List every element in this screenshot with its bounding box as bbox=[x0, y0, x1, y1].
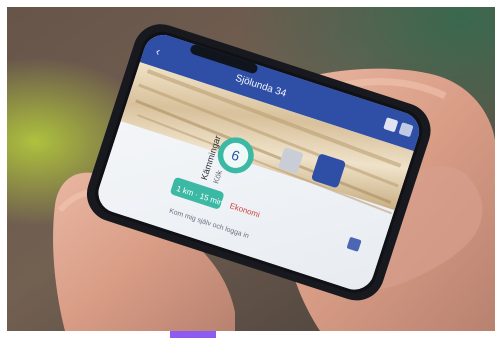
left-white-margin bbox=[0, 0, 7, 338]
bottom-white-margin bbox=[0, 331, 502, 338]
right-white-margin bbox=[495, 0, 502, 338]
photo-scene: Sjölunda 34 ‹ 6 Kämmingar Kök 1 km · 15 … bbox=[0, 0, 502, 338]
scene-svg: Sjölunda 34 ‹ 6 Kämmingar Kök 1 km · 15 … bbox=[0, 0, 502, 338]
top-white-margin bbox=[0, 0, 502, 7]
bottom-accent-bar bbox=[170, 331, 216, 338]
